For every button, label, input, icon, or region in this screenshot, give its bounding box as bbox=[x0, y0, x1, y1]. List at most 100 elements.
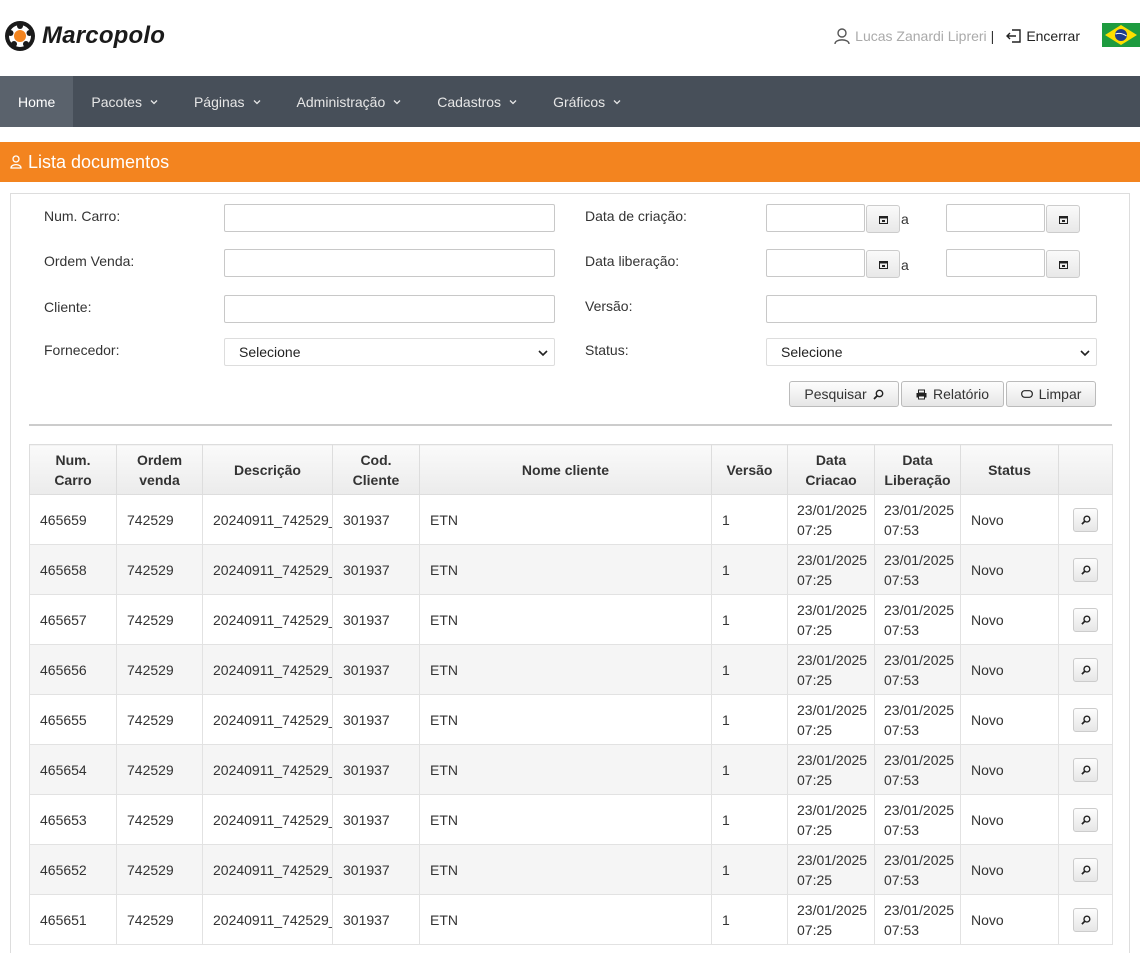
cell-versao: 1 bbox=[711, 644, 788, 695]
documents-table-wrapper: Num. Carro Ordem venda Descrição Cod. Cl… bbox=[29, 444, 1113, 945]
cell-nome-cliente: ETN bbox=[419, 644, 712, 695]
cell-actions bbox=[1058, 694, 1113, 745]
view-document-button[interactable] bbox=[1073, 707, 1098, 732]
cell-actions bbox=[1058, 894, 1113, 945]
fornecedor-select[interactable]: Selecione bbox=[224, 338, 555, 366]
cell-descricao: 20240911_742529_ bbox=[202, 494, 333, 545]
cliente-input[interactable] bbox=[224, 295, 555, 323]
cell-num-carro: 465652 bbox=[29, 844, 117, 895]
search-icon bbox=[1080, 714, 1091, 725]
view-document-button[interactable] bbox=[1073, 857, 1098, 882]
view-document-button[interactable] bbox=[1073, 757, 1098, 782]
nav-paginas[interactable]: Páginas bbox=[176, 76, 279, 127]
col-descricao[interactable]: Descrição bbox=[202, 444, 333, 495]
table-row[interactable]: 465651 742529 20240911_742529_ 301937 ETN 1 23… bbox=[29, 894, 1113, 945]
table-row[interactable]: 465653 742529 20240911_742529_ 301937 ETN 1 23… bbox=[29, 794, 1113, 845]
data-liberacao-from-calendar-button[interactable] bbox=[866, 250, 900, 278]
col-data-criacao[interactable]: Data Criacao bbox=[787, 444, 875, 495]
data-liberacao-range-sep: a bbox=[901, 257, 909, 273]
table-row[interactable]: 465655 742529 20240911_742529_ 301937 ETN 1 23… bbox=[29, 694, 1113, 745]
cell-descricao: 20240911_742529_ bbox=[202, 694, 333, 745]
nav-cadastros[interactable]: Cadastros bbox=[419, 76, 535, 127]
data-liberacao-to-calendar-button[interactable] bbox=[1046, 250, 1080, 278]
view-document-button[interactable] bbox=[1073, 807, 1098, 832]
table-row[interactable]: 465659 742529 20240911_742529_ 301937 ETN 1 23… bbox=[29, 494, 1113, 545]
cell-actions bbox=[1058, 544, 1113, 595]
cell-status: Novo bbox=[960, 644, 1059, 695]
search-button[interactable]: Pesquisar bbox=[789, 381, 899, 407]
cell-ordem-venda: 742529 bbox=[116, 594, 203, 645]
ordem-venda-label: Ordem Venda: bbox=[44, 253, 135, 269]
nav-graficos[interactable]: Gráficos bbox=[535, 76, 639, 127]
nav-home[interactable]: Home bbox=[0, 76, 74, 127]
nav-administracao[interactable]: Administração bbox=[279, 76, 420, 127]
logout-label: Encerrar bbox=[1026, 28, 1080, 44]
col-ordem-venda[interactable]: Ordem venda bbox=[116, 444, 203, 495]
view-document-button[interactable] bbox=[1073, 507, 1098, 532]
chevron-down-icon bbox=[393, 99, 401, 104]
chevron-down-icon bbox=[150, 99, 158, 104]
view-document-button[interactable] bbox=[1073, 907, 1098, 932]
cell-versao: 1 bbox=[711, 794, 788, 845]
table-row[interactable]: 465657 742529 20240911_742529_ 301937 ETN 1 23… bbox=[29, 594, 1113, 645]
col-actions bbox=[1058, 444, 1113, 495]
clear-button[interactable]: Limpar bbox=[1006, 381, 1096, 407]
cell-versao: 1 bbox=[711, 744, 788, 795]
section-header: Lista documentos bbox=[0, 142, 1140, 182]
col-nome-cliente[interactable]: Nome cliente bbox=[419, 444, 712, 495]
view-document-button[interactable] bbox=[1073, 607, 1098, 632]
cell-versao: 1 bbox=[711, 894, 788, 945]
versao-input[interactable] bbox=[766, 295, 1097, 323]
cell-actions bbox=[1058, 594, 1113, 645]
fornecedor-label: Fornecedor: bbox=[44, 342, 120, 358]
col-versao[interactable]: Versão bbox=[711, 444, 788, 495]
data-criacao-to-input[interactable] bbox=[946, 204, 1045, 232]
cell-cod-cliente: 301937 bbox=[332, 744, 420, 795]
cell-data-criacao: 23/01/2025 07:25 bbox=[787, 594, 875, 645]
status-select[interactable]: Selecione bbox=[766, 338, 1097, 366]
num-carro-input[interactable] bbox=[224, 204, 555, 232]
search-icon bbox=[1080, 764, 1091, 775]
cell-nome-cliente: ETN bbox=[419, 494, 712, 545]
search-icon bbox=[1080, 614, 1091, 625]
report-button[interactable]: Relatório bbox=[901, 381, 1004, 407]
data-criacao-from-calendar-button[interactable] bbox=[866, 205, 900, 233]
data-liberacao-to-input[interactable] bbox=[946, 249, 1045, 277]
col-data-liberacao[interactable]: Data Liberação bbox=[874, 444, 961, 495]
cell-data-liberacao: 23/01/2025 07:53 bbox=[874, 594, 961, 645]
nav-pacotes[interactable]: Pacotes bbox=[73, 76, 176, 127]
search-icon bbox=[1080, 914, 1091, 925]
table-row[interactable]: 465658 742529 20240911_742529_ 301937 ETN 1 23… bbox=[29, 544, 1113, 595]
view-document-button[interactable] bbox=[1073, 657, 1098, 682]
col-num-carro[interactable]: Num. Carro bbox=[29, 444, 117, 495]
cell-cod-cliente: 301937 bbox=[332, 894, 420, 945]
col-cod-cliente[interactable]: Cod. Cliente bbox=[332, 444, 420, 495]
data-criacao-to-calendar-button[interactable] bbox=[1046, 205, 1080, 233]
cell-descricao: 20240911_742529_ bbox=[202, 744, 333, 795]
cell-versao: 1 bbox=[711, 494, 788, 545]
marcopolo-logo[interactable]: Marcopolo bbox=[4, 20, 165, 52]
data-liberacao-from-input[interactable] bbox=[766, 249, 865, 277]
cell-nome-cliente: ETN bbox=[419, 594, 712, 645]
cell-status: Novo bbox=[960, 894, 1059, 945]
view-document-button[interactable] bbox=[1073, 557, 1098, 582]
data-criacao-from-input[interactable] bbox=[766, 204, 865, 232]
brazil-flag-icon[interactable] bbox=[1102, 23, 1140, 47]
cell-ordem-venda: 742529 bbox=[116, 544, 203, 595]
table-row[interactable]: 465652 742529 20240911_742529_ 301937 ETN 1 23… bbox=[29, 844, 1113, 895]
logout-button[interactable]: Encerrar bbox=[1006, 28, 1080, 44]
table-row[interactable]: 465656 742529 20240911_742529_ 301937 ETN 1 23… bbox=[29, 644, 1113, 695]
search-icon bbox=[872, 389, 884, 400]
search-icon bbox=[1080, 864, 1091, 875]
cell-actions bbox=[1058, 644, 1113, 695]
cell-status: Novo bbox=[960, 744, 1059, 795]
col-status[interactable]: Status bbox=[960, 444, 1059, 495]
cell-data-liberacao: 23/01/2025 07:53 bbox=[874, 494, 961, 545]
section-title: Lista documentos bbox=[28, 151, 170, 172]
cell-cod-cliente: 301937 bbox=[332, 844, 420, 895]
cell-num-carro: 465651 bbox=[29, 894, 117, 945]
user-area: Lucas Zanardi Lipreri | Encerrar bbox=[833, 23, 1140, 47]
table-row[interactable]: 465654 742529 20240911_742529_ 301937 ETN 1 23… bbox=[29, 744, 1113, 795]
cell-num-carro: 465654 bbox=[29, 744, 117, 795]
ordem-venda-input[interactable] bbox=[224, 249, 555, 277]
